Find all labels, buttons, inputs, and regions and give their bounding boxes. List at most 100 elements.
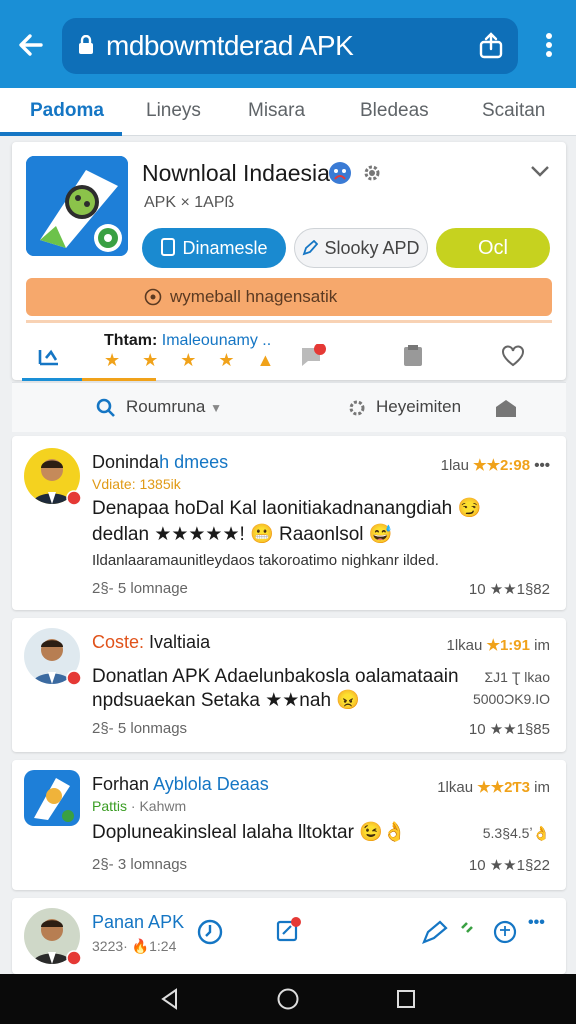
settings-cog-icon[interactable] [346, 397, 368, 419]
review-author-b: Ivaltiaia [149, 632, 211, 652]
review-author: Panan APK [92, 912, 185, 932]
tab-bledeas[interactable]: Bledeas [360, 100, 429, 122]
primary-action-label: Dinamesle [182, 238, 268, 258]
secondary-action-label: Slooky APD [324, 238, 420, 258]
review-author: Donindah dmees [92, 452, 228, 473]
review-rating: 10 ★★1§82 [468, 581, 550, 598]
tab-scaitan[interactable]: Scaitan [482, 100, 545, 122]
review-meta: Pattis · Kahwm [92, 798, 186, 814]
review-card[interactable]: Forhan Ayblola Deaas Pattis · Kahwm 1lka… [12, 760, 566, 890]
tab-padoma[interactable]: Padoma [30, 100, 104, 122]
review-meta-rest: · Kahwm [130, 798, 187, 814]
rating-title: Thtam: Imaleounamy .. [104, 332, 271, 350]
pen-icon[interactable] [420, 918, 450, 946]
home-icon[interactable] [494, 397, 518, 419]
comment-icon[interactable] [298, 343, 326, 368]
review-text-line-1: Denapaa hoDal Kal laonitiakadnanangdiah … [92, 498, 482, 519]
review-time: 1lkau ★1:91 im [446, 636, 550, 654]
app-card: Nownloal Indaesia APK × 1APß Dinamesle S… [12, 142, 566, 381]
review-meta-tag: Pattis [92, 798, 128, 814]
tab-bar: Padoma Lineys Misara Bledeas Scaitan [0, 88, 576, 136]
progress-bar-blue [22, 378, 82, 381]
review-time: 1lau ★★2:98 ••• [441, 456, 550, 474]
more-dots-icon[interactable]: ••• [534, 457, 550, 474]
info-circle-icon [144, 288, 162, 306]
review-score: ★★2:98 [473, 457, 531, 474]
sad-face-icon [328, 161, 352, 185]
review-score-unit: im [534, 637, 550, 654]
review-text-line-1: Donatlan APK Adaelunbakosla oalamataain [92, 666, 459, 687]
review-footer: 2§- 3 lomnags [92, 856, 188, 873]
banner-divider [26, 320, 552, 323]
review-meta: 3223· 🔥1:24 [92, 938, 177, 954]
primary-action-button[interactable]: Dinamesle [142, 228, 286, 268]
chevron-down-icon[interactable] [530, 164, 550, 178]
review-rating: 10 ★★1§22 [468, 857, 550, 874]
tab-lineys[interactable]: Lineys [146, 100, 201, 122]
review-side-info: ƩJ1 Ʈ lkao 5000ƆK9.IO [473, 666, 550, 710]
clock-icon[interactable] [196, 918, 224, 946]
filter-option[interactable]: Heyeimiten [376, 397, 461, 417]
review-meta: Vdiate: 1385ik [92, 476, 181, 492]
open-button[interactable]: Ocl [436, 228, 550, 268]
review-card[interactable]: Panan APK 3223· 🔥1:24 ••• [12, 898, 566, 974]
badge-icon [66, 490, 82, 506]
app-action-row: Thtam: Imaleounamy .. ★★★★▲ [12, 328, 566, 380]
sort-dropdown[interactable]: Roumruna ▼ [126, 397, 222, 417]
app-subtitle: APK × 1APß [144, 194, 235, 211]
more-dots-icon[interactable]: ••• [528, 914, 545, 932]
review-time-label: 1lkau [437, 779, 474, 796]
home-circle-icon[interactable] [276, 987, 300, 1011]
review-text-line-2: dedlan ★★★★★! 😬 Raaonlsol 😅 [92, 524, 393, 545]
review-side-line-1: 5.3§4.5ʼ👌 [482, 825, 550, 841]
review-author-b: h dmees [159, 452, 229, 472]
avatar[interactable] [24, 770, 80, 826]
review-card[interactable]: Coste: Ivaltiaia 1lkau ★1:91 im Donatlan… [12, 618, 566, 752]
review-text-line-2: npdsuaekan Setaka ★★nah 😠 [92, 690, 360, 711]
brain-icon[interactable] [490, 918, 520, 946]
review-card[interactable]: Donindah dmees Vdiate: 1385ik 1lau ★★2:9… [12, 436, 566, 610]
review-author-a: Forhan [92, 774, 150, 794]
badge-icon [66, 670, 82, 686]
review-time-label: 1lkau [446, 637, 483, 654]
clipboard-icon[interactable] [400, 344, 426, 368]
pencil-icon [303, 239, 319, 256]
review-author-a: Doninda [92, 452, 160, 472]
active-tab-indicator [0, 132, 122, 136]
review-score: ★1:91 [486, 637, 530, 654]
url-text: mdbowmtderad APK [106, 30, 354, 61]
recents-square-icon[interactable] [394, 987, 418, 1011]
review-score-unit: im [534, 779, 550, 796]
lock-icon [78, 34, 94, 55]
review-time: 1lkau ★★2Ƭ3 im [437, 778, 550, 796]
review-author-b: Ayblola Deaas [153, 774, 269, 794]
app-name: Nownloal Indaesia [142, 160, 330, 186]
arrows-icon[interactable] [458, 916, 480, 938]
edit-note-icon[interactable] [274, 916, 302, 944]
share-icon[interactable] [476, 31, 506, 61]
review-text-line-1: Dopluneakinsleal lalaha lltoktar 😉👌 [92, 822, 407, 843]
chart-icon[interactable] [36, 344, 62, 368]
gear-icon[interactable] [360, 161, 384, 185]
top-app-bar: mdbowmtderad APK [0, 0, 576, 88]
review-rating: 10 ★★1§85 [468, 721, 550, 738]
more-menu-icon[interactable] [536, 28, 562, 62]
address-bar[interactable]: mdbowmtderad APK [62, 18, 518, 74]
review-side-line-1: ƩJ1 Ʈ lkao [484, 669, 550, 685]
notice-banner[interactable]: wymeball hnagensatik [26, 278, 552, 316]
app-icon[interactable] [26, 156, 128, 256]
system-nav-bar [0, 974, 576, 1024]
heart-icon[interactable] [500, 344, 526, 368]
back-arrow-icon[interactable] [14, 28, 48, 62]
review-author: Coste: Ivaltiaia [92, 632, 210, 653]
back-triangle-icon[interactable] [158, 987, 182, 1011]
tab-misara[interactable]: Misara [248, 100, 305, 122]
badge-icon [66, 950, 82, 966]
review-footer: 2§- 5 lonmags [92, 720, 188, 737]
rating-title-rest: Imaleounamy .. [161, 332, 272, 349]
review-footer: 2§- 5 lomnage [92, 580, 188, 597]
secondary-action-button[interactable]: Slooky APD [294, 228, 428, 268]
review-author: Forhan Ayblola Deaas [92, 774, 269, 795]
filter-row: Roumruna ▼ Heyeimiten [12, 382, 566, 432]
search-reviews-icon[interactable] [94, 396, 118, 420]
